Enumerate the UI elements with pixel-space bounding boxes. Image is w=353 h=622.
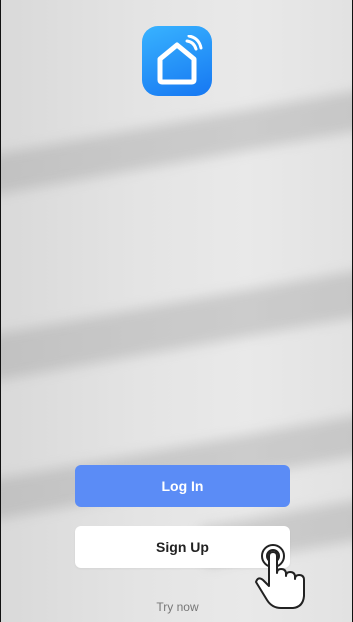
hand-pointer-icon xyxy=(255,544,305,609)
welcome-screen: Log In Sign Up Try now xyxy=(0,0,353,622)
login-button[interactable]: Log In xyxy=(75,465,290,507)
light-shadow xyxy=(1,260,352,386)
smart-home-icon xyxy=(142,26,212,96)
light-shadow xyxy=(1,80,352,200)
